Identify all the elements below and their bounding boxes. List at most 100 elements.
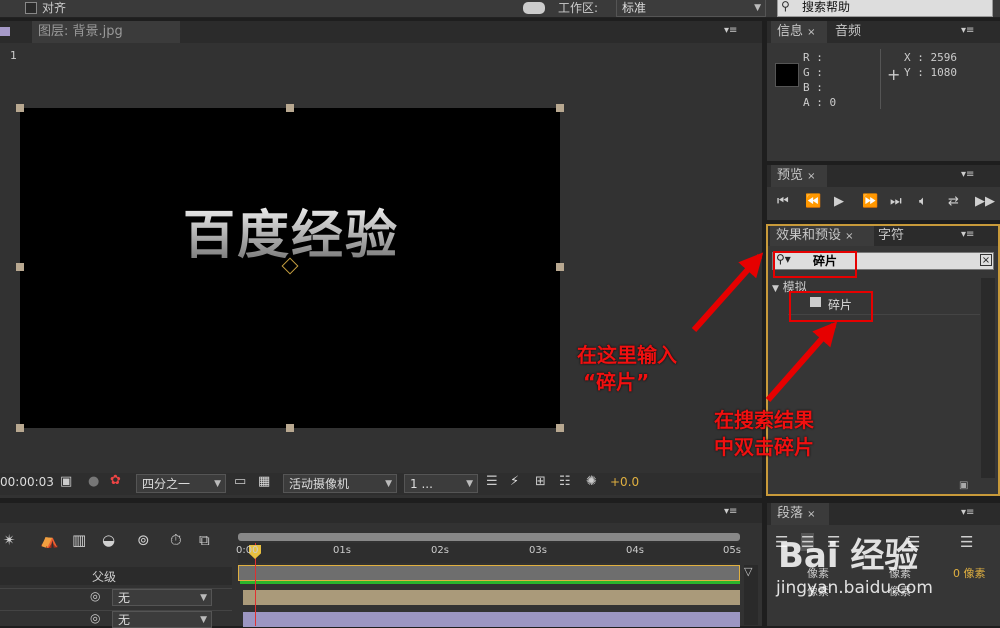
exposure-value[interactable]: +0.0 [610, 475, 639, 489]
align-checkbox[interactable] [25, 2, 37, 14]
layer-row[interactable]: ◎ 无 ▼ [0, 610, 232, 628]
transparency-grid-icon[interactable]: ▦ [258, 474, 270, 489]
tab-character[interactable]: 字符 [872, 226, 924, 246]
search-help-input[interactable]: ⚲ 搜索帮助 [777, 0, 993, 17]
timecode[interactable]: 00:00:03 [0, 475, 54, 489]
parent-dropdown[interactable]: 无 ▼ [112, 589, 212, 606]
b-label: B : [803, 81, 823, 94]
tab-info[interactable]: 信息 × [771, 21, 827, 43]
pickwhip-icon[interactable]: ◎ [90, 611, 100, 625]
tab-info-label: 信息 [777, 24, 804, 39]
annotation-line: 中双击碎片 [714, 435, 814, 459]
transform-handle[interactable] [16, 104, 24, 112]
close-icon[interactable]: × [807, 27, 815, 38]
transform-handle[interactable] [16, 263, 24, 271]
panel-menu-icon[interactable]: ▾≡ [961, 25, 974, 36]
stopwatch-icon[interactable]: ⏱ [170, 531, 182, 549]
close-icon[interactable]: × [845, 231, 853, 242]
work-area-bar[interactable] [238, 533, 740, 541]
track-layer-2[interactable] [243, 612, 740, 627]
tab-effects-presets[interactable]: 效果和预设 × [770, 226, 874, 246]
new-folder-icon[interactable]: ▣ [959, 480, 968, 491]
time-ruler[interactable] [238, 543, 740, 563]
audio-icon[interactable]: 🔈︎ [919, 194, 927, 209]
panel-menu-icon[interactable]: ▾≡ [961, 229, 974, 240]
tab-layer[interactable]: 图层: 背景.jpg [32, 21, 180, 43]
frame-blend-icon[interactable]: ▥ [72, 531, 86, 549]
transform-handle[interactable] [556, 263, 564, 271]
annotation-note-result: 在搜索结果 中双击碎片 [714, 407, 814, 461]
transform-handle[interactable] [286, 104, 294, 112]
r-label: R : [803, 51, 823, 64]
toggle-pixel-aspect-icon[interactable]: ☰ [486, 474, 498, 489]
clear-search-icon[interactable]: × [980, 254, 992, 266]
annotation-line: “碎片” [583, 370, 650, 394]
effects-scrollbar[interactable] [981, 278, 995, 478]
flowchart-icon[interactable]: ☷ [559, 474, 571, 489]
panel-menu-icon[interactable]: ▾≡ [724, 506, 737, 517]
ram-preview-icon[interactable]: ▶▶ [975, 194, 995, 209]
annotation-line: 在这里输入 [577, 343, 677, 367]
workspace-dropdown[interactable]: 标准 ▼ [616, 0, 766, 17]
new-comp-icon[interactable]: ✴ [3, 531, 16, 549]
fast-preview-icon[interactable]: ⚡ [510, 474, 519, 489]
tab-audio[interactable]: 音频 [829, 21, 881, 43]
tab-character-label: 字符 [878, 228, 905, 243]
previous-frame-icon[interactable]: ⏪ [805, 194, 821, 209]
timeline-marker-icon[interactable]: ▽ [744, 565, 752, 578]
graph-editor-icon[interactable]: ⊚ [137, 531, 150, 549]
track-layer-1[interactable] [243, 590, 740, 605]
region-of-interest-icon[interactable]: ▭ [234, 474, 246, 489]
motion-blur-icon[interactable]: ◒ [102, 531, 115, 549]
play-icon[interactable]: ▶ [834, 194, 844, 209]
loop-icon[interactable]: ⇄ [948, 194, 959, 209]
snapshot-camera-icon[interactable]: ▣ [60, 474, 72, 489]
close-icon[interactable]: × [807, 171, 815, 182]
timeline-icon[interactable]: ⊞ [535, 474, 546, 489]
time-tick-label: 03s [529, 545, 547, 556]
transform-handle[interactable] [556, 424, 564, 432]
time-tick-label: 0:00 [236, 545, 259, 556]
preview-tabbar: 预览 × ▾≡ [767, 165, 1000, 187]
transform-handle[interactable] [16, 424, 24, 432]
timeline-tabbar: ▾≡ [0, 503, 762, 523]
tab-audio-label: 音频 [835, 24, 862, 39]
pickwhip-icon[interactable]: ◎ [90, 589, 100, 603]
annotation-line: 在搜索结果 [714, 408, 814, 432]
exposure-icon[interactable]: ✺ [586, 474, 597, 489]
composition-breadcrumb: 1 [10, 49, 17, 62]
layer-row[interactable]: ◎ 无 ▼ [0, 588, 232, 606]
solo-icon[interactable]: ⛺ [40, 531, 59, 549]
layer-header: 父级 [0, 567, 232, 585]
tab-preview[interactable]: 预览 × [771, 165, 827, 187]
timeline-tools: ✴ ⛺ ▥ ◒ ⊚ ⏱ ⧉ [0, 531, 230, 555]
last-frame-icon[interactable]: ⏭ [890, 194, 902, 209]
resolution-value: 四分之一 [142, 477, 191, 491]
workspace-gamepad-icon[interactable] [523, 2, 545, 14]
views-dropdown[interactable]: 1 ... ▼ [404, 474, 478, 493]
panel-menu-icon[interactable]: ▾≡ [961, 507, 974, 518]
panel-menu-icon[interactable]: ▾≡ [724, 25, 737, 36]
resolution-dropdown[interactable]: 四分之一 ▼ [136, 474, 226, 493]
time-tick-label: 01s [333, 545, 351, 556]
camera-dropdown[interactable]: 活动摄像机 ▼ [283, 474, 397, 493]
next-frame-icon[interactable]: ⏩ [862, 194, 878, 209]
composition-icon [0, 27, 10, 36]
show-snapshot-icon[interactable]: ● [88, 474, 99, 489]
panel-menu-icon[interactable]: ▾≡ [961, 169, 974, 180]
workspace-label: 工作区: [558, 1, 599, 15]
top-toolbar: 对齐 工作区: 标准 ▼ ⚲ 搜索帮助 [0, 0, 1000, 18]
comp-bar[interactable] [238, 565, 740, 581]
views-value: 1 ... [410, 477, 433, 491]
chevron-down-icon: ▼ [214, 479, 221, 489]
camera-value: 活动摄像机 [289, 477, 350, 491]
g-label: G : [803, 66, 823, 79]
first-frame-icon[interactable]: ⏮ [777, 194, 789, 209]
transform-handle[interactable] [286, 424, 294, 432]
parent-dropdown[interactable]: 无 ▼ [112, 611, 212, 628]
search-icon: ⚲ [781, 0, 790, 13]
brainstorm-icon[interactable]: ⧉ [199, 531, 210, 549]
composition-viewer[interactable]: 百度经验 [20, 108, 560, 428]
transform-handle[interactable] [556, 104, 564, 112]
channels-icon[interactable]: ✿ [110, 473, 121, 488]
